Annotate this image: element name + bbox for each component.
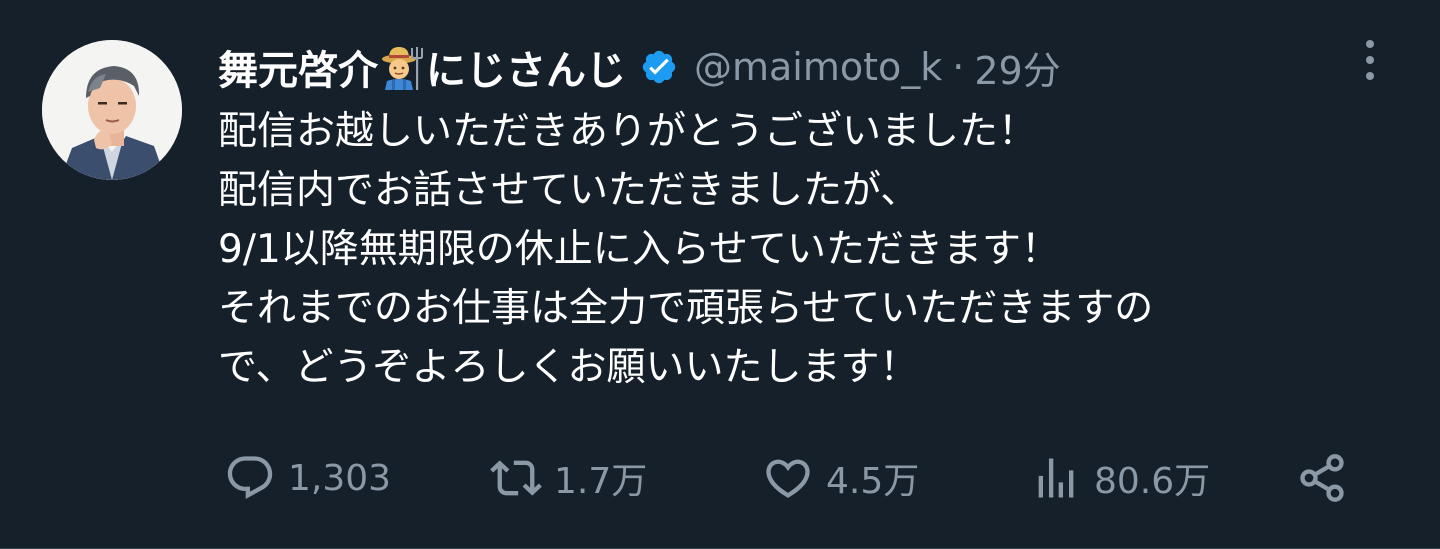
views-icon bbox=[1038, 458, 1074, 498]
tweet-timestamp[interactable]: 29分 bbox=[974, 40, 1060, 95]
share-icon bbox=[1300, 454, 1344, 502]
author-name[interactable]: 舞元啓介 bbox=[218, 38, 378, 96]
like-count: 4.5万 bbox=[826, 461, 920, 502]
avatar[interactable] bbox=[42, 40, 182, 180]
tweet-text: 配信お越しいただきありがとうございました！ 配信内でお話させていただきましたが、… bbox=[218, 102, 1398, 397]
reply-button[interactable]: 1,303 bbox=[224, 448, 391, 508]
tweet-text-line: 配信内でお話させていただきましたが、 bbox=[218, 168, 920, 213]
retweet-icon bbox=[490, 460, 542, 496]
tweet-text-line: で、どうぞよろしくお願いいたします！ bbox=[218, 345, 919, 390]
author-handle[interactable]: @maimoto_k bbox=[694, 45, 942, 89]
reply-icon bbox=[227, 456, 273, 500]
views-button[interactable]: 80.6万 bbox=[1030, 448, 1210, 508]
more-dot bbox=[1366, 40, 1374, 48]
tweet-text-line: 配信お越しいただきありがとうございました！ bbox=[218, 109, 1038, 154]
farmer-emoji-icon bbox=[379, 44, 425, 90]
verified-icon bbox=[640, 48, 678, 86]
tweet-text-line: それまでのお仕事は全力で頑張らせていただきますの bbox=[218, 286, 1154, 331]
reply-count: 1,303 bbox=[288, 457, 392, 499]
share-button[interactable] bbox=[1296, 448, 1348, 508]
like-button[interactable]: 4.5万 bbox=[762, 448, 919, 508]
retweet-count: 1.7万 bbox=[554, 461, 648, 502]
tweet-actions: 1,303 1.7万 4.5万 80.6万 bbox=[0, 448, 1440, 508]
author-name-suffix[interactable]: にじさんじ bbox=[426, 38, 626, 96]
more-dot bbox=[1366, 72, 1374, 80]
avatar-image bbox=[42, 40, 182, 180]
tweet-header: 舞元啓介 にじさんじ @maimoto_k · 29分 bbox=[218, 36, 1061, 98]
views-count: 80.6万 bbox=[1094, 461, 1211, 502]
header-separator: · bbox=[952, 45, 965, 89]
retweet-button[interactable]: 1.7万 bbox=[490, 448, 647, 508]
more-icon[interactable] bbox=[1348, 38, 1392, 82]
tweet: 舞元啓介 にじさんじ @maimoto_k · 29分 配信お越しいただきありが… bbox=[0, 0, 1440, 549]
more-dot bbox=[1366, 56, 1374, 64]
tweet-text-line: 9/1以降無期限の休止に入らせていただきます！ bbox=[218, 227, 1060, 272]
like-icon bbox=[766, 459, 810, 498]
